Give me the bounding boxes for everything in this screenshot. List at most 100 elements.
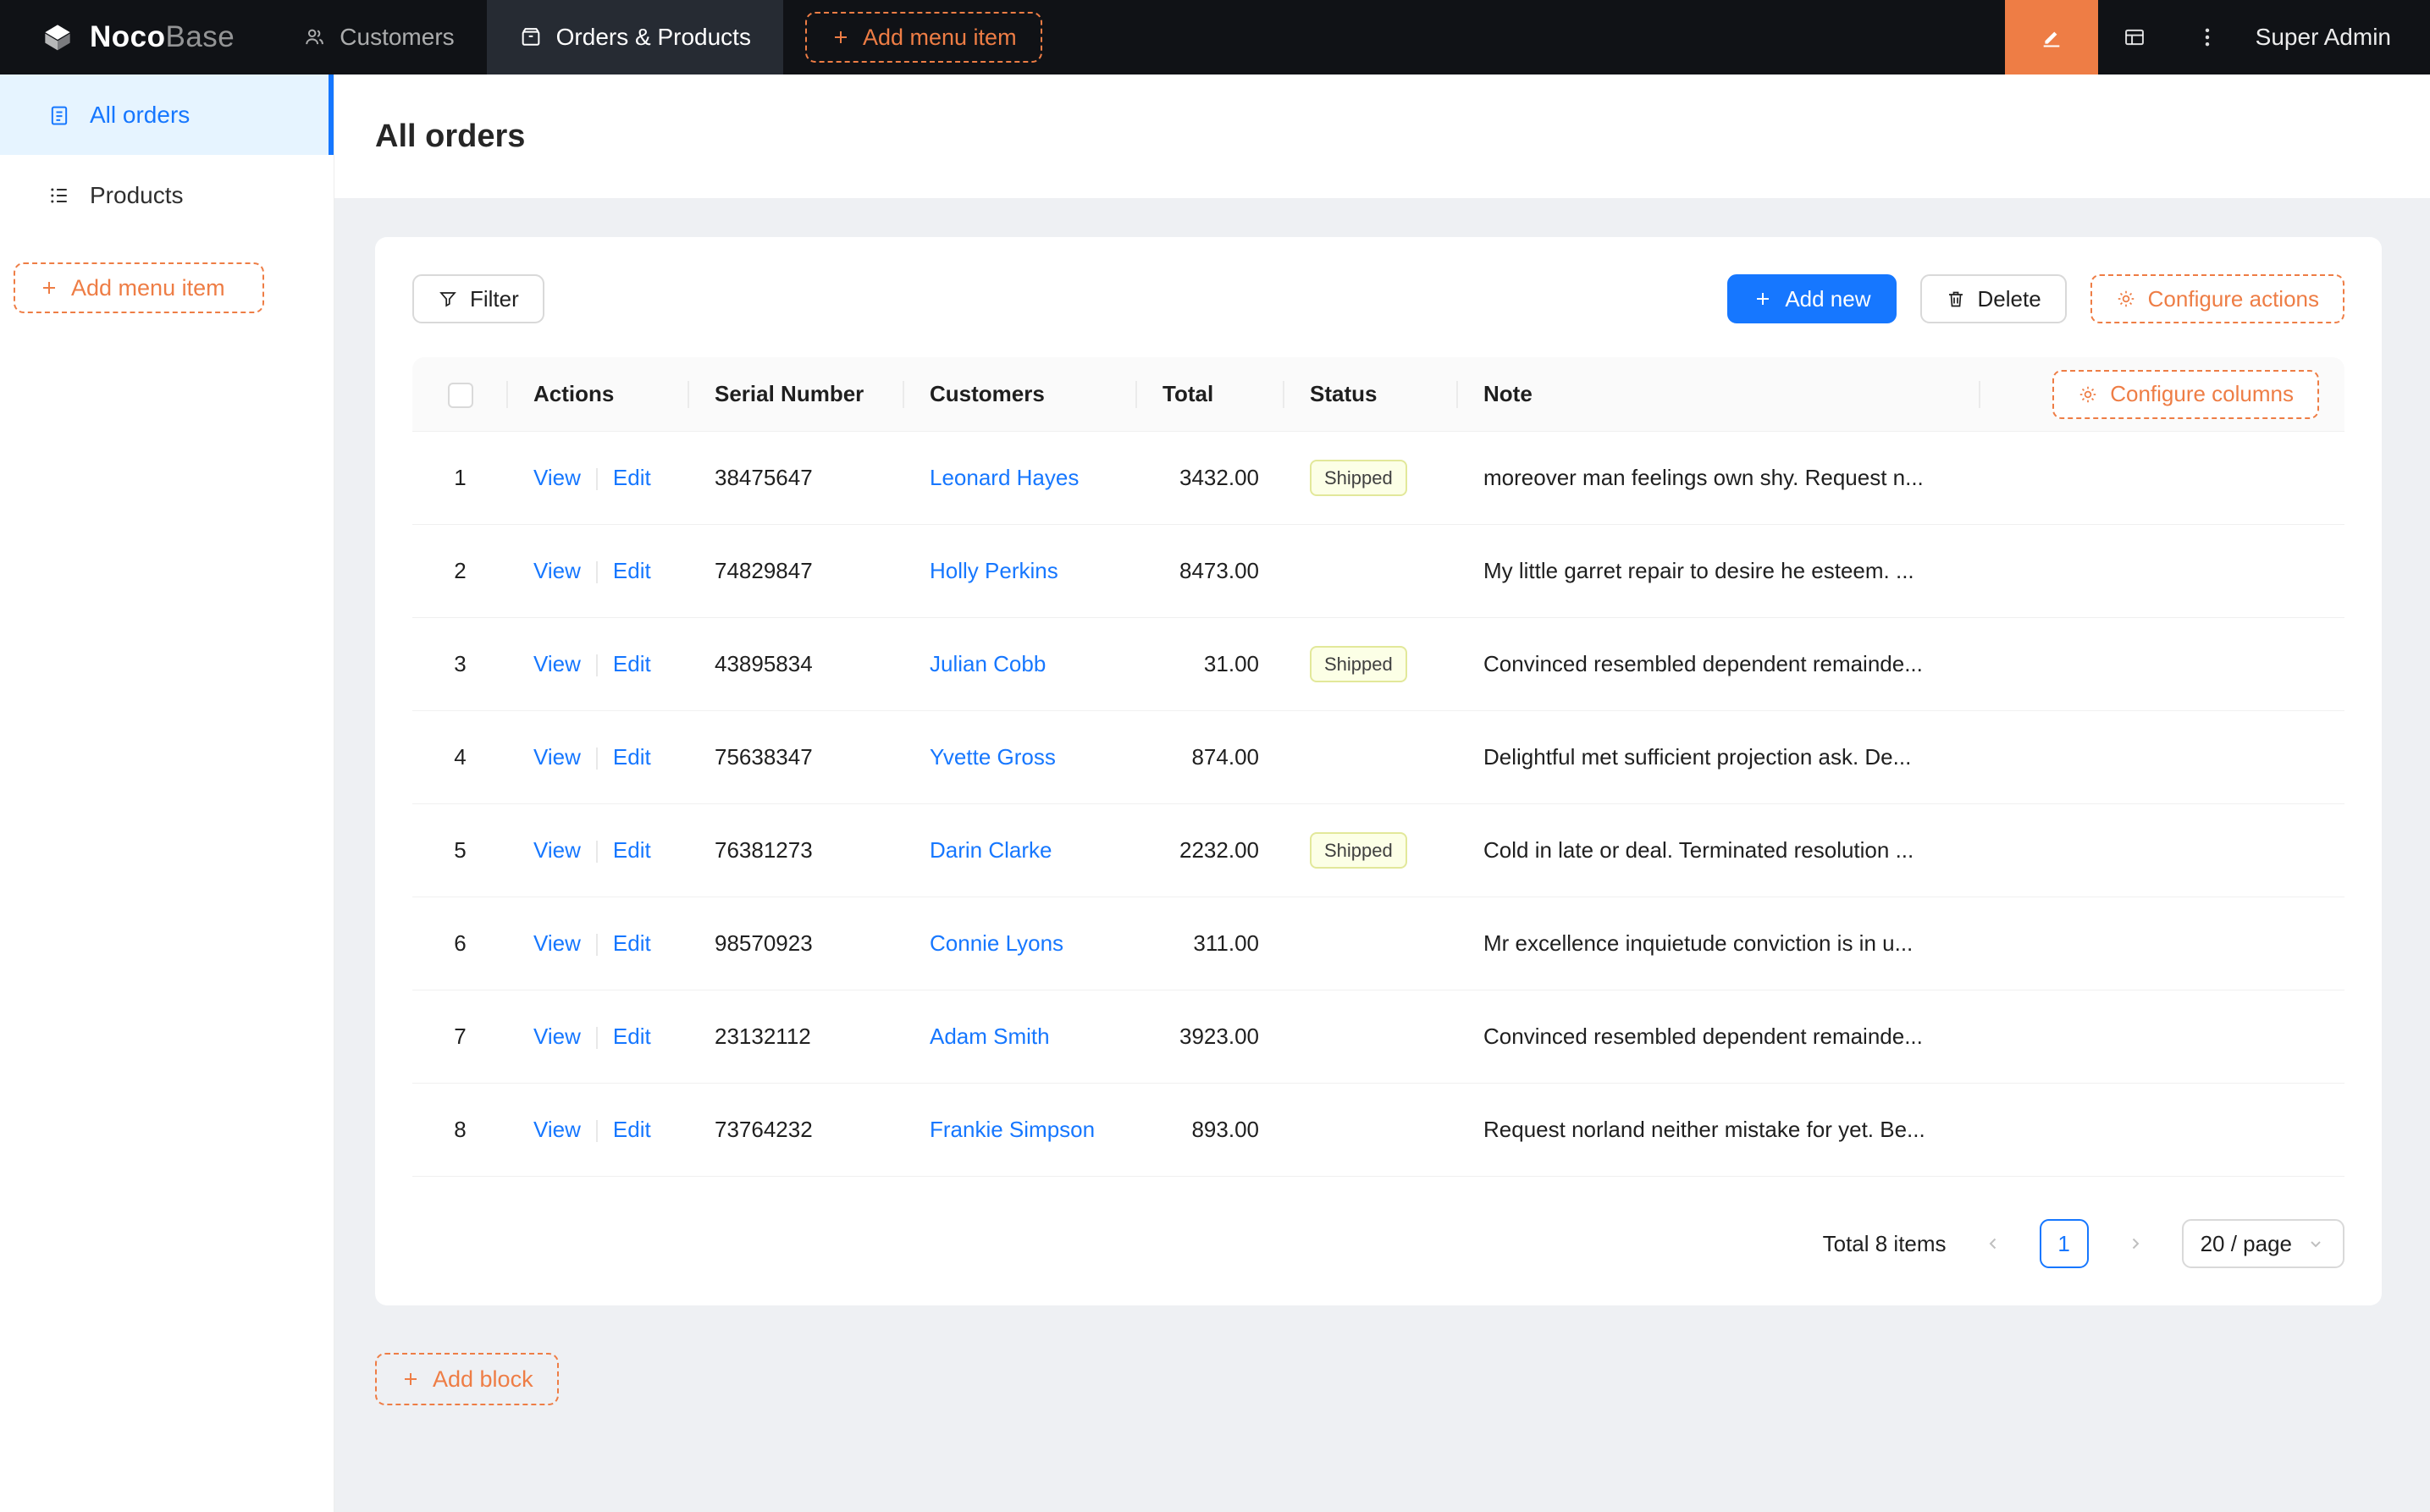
content: All orders Filter Add new Delete Configu… bbox=[334, 74, 2430, 1512]
page-size-value: 20 / page bbox=[2200, 1230, 2292, 1256]
serial-number-cell: 23132112 bbox=[689, 991, 904, 1084]
gear-icon bbox=[2118, 290, 2134, 307]
serial-number-cell: 43895834 bbox=[689, 618, 904, 711]
row-index: 3 bbox=[412, 618, 508, 711]
sidebar-item-all-orders[interactable]: All orders bbox=[0, 74, 334, 155]
configure-columns-button[interactable]: Configure columns bbox=[2052, 369, 2319, 419]
page-size-select[interactable]: 20 / page bbox=[2181, 1219, 2344, 1268]
edit-link[interactable]: Edit bbox=[613, 837, 651, 863]
edit-link[interactable]: Edit bbox=[613, 930, 651, 956]
kebab-icon bbox=[2205, 28, 2209, 47]
customer-link[interactable]: Frankie Simpson bbox=[930, 1117, 1095, 1142]
more-button[interactable] bbox=[2171, 0, 2244, 74]
total-cell: 8473.00 bbox=[1137, 525, 1284, 618]
view-link[interactable]: View bbox=[533, 744, 581, 770]
edit-link[interactable]: Edit bbox=[613, 651, 651, 676]
sidebar-item-products[interactable]: Products bbox=[0, 155, 334, 235]
view-link[interactable]: View bbox=[533, 930, 581, 956]
customer-link[interactable]: Julian Cobb bbox=[930, 651, 1046, 676]
serial-number-cell: 76381273 bbox=[689, 804, 904, 897]
column-header-total: Total bbox=[1137, 357, 1284, 432]
action-divider bbox=[595, 841, 598, 864]
table-row: 8 View Edit 73764232 Frankie Simpson 893.… bbox=[412, 1084, 2344, 1177]
row-index: 6 bbox=[412, 897, 508, 991]
column-header-status: Status bbox=[1284, 357, 1458, 432]
nav-item-customers[interactable]: Customers bbox=[270, 0, 486, 74]
view-link[interactable]: View bbox=[533, 558, 581, 583]
serial-number-cell: 73764232 bbox=[689, 1084, 904, 1177]
edit-link[interactable]: Edit bbox=[613, 1117, 651, 1142]
action-divider bbox=[595, 748, 598, 770]
column-header-serial-number: Serial Number bbox=[689, 357, 904, 432]
table-row: 3 View Edit 43895834 Julian Cobb 31.00 Sh… bbox=[412, 618, 2344, 711]
edit-link[interactable]: Edit bbox=[613, 465, 651, 490]
page-title: All orders bbox=[375, 118, 526, 154]
note-cell: Request norland neither mistake for yet.… bbox=[1458, 1084, 1980, 1177]
sidebar: All orders Products Add menu item bbox=[0, 74, 334, 1512]
pagination: Total 8 items 1 20 / page bbox=[412, 1219, 2344, 1268]
customer-link[interactable]: Connie Lyons bbox=[930, 930, 1063, 956]
total-cell: 31.00 bbox=[1137, 618, 1284, 711]
action-divider bbox=[595, 1027, 598, 1050]
user-menu[interactable]: Super Admin bbox=[2244, 24, 2430, 51]
note-cell: Cold in late or deal. Terminated resolut… bbox=[1458, 804, 1980, 897]
delete-button[interactable]: Delete bbox=[1919, 274, 2067, 323]
view-link[interactable]: View bbox=[533, 837, 581, 863]
add-new-button[interactable]: Add new bbox=[1727, 274, 1897, 323]
view-link[interactable]: View bbox=[533, 1117, 581, 1142]
nav-item-label: Customers bbox=[340, 24, 455, 50]
row-index: 2 bbox=[412, 525, 508, 618]
orders-products-icon bbox=[522, 28, 539, 46]
plus-icon bbox=[405, 1373, 417, 1385]
plus-icon bbox=[834, 31, 847, 43]
total-cell: 893.00 bbox=[1137, 1084, 1284, 1177]
add-menu-item-button-topbar[interactable]: Add menu item bbox=[804, 12, 1042, 63]
view-link[interactable]: View bbox=[533, 465, 581, 490]
note-cell: My little garret repair to desire he est… bbox=[1458, 525, 1980, 618]
customer-link[interactable]: Holly Perkins bbox=[930, 558, 1058, 583]
total-cell: 3432.00 bbox=[1137, 432, 1284, 525]
brand-base: Base bbox=[165, 20, 235, 53]
note-cell: Convinced resembled dependent remainde..… bbox=[1458, 618, 1980, 711]
note-cell: Delightful met sufficient projection ask… bbox=[1458, 711, 1980, 804]
plus-icon bbox=[1757, 293, 1770, 305]
action-divider bbox=[595, 561, 598, 584]
table-row: 5 View Edit 76381273 Darin Clarke 2232.00… bbox=[412, 804, 2344, 897]
select-all-checkbox[interactable] bbox=[447, 382, 473, 408]
main-layout: All orders Products Add menu item All or… bbox=[0, 74, 2430, 1512]
view-link[interactable]: View bbox=[533, 1024, 581, 1049]
status-tag: Shipped bbox=[1310, 831, 1407, 869]
customer-link[interactable]: Yvette Gross bbox=[930, 744, 1056, 770]
filter-button[interactable]: Filter bbox=[412, 274, 544, 323]
edit-link[interactable]: Edit bbox=[613, 1024, 651, 1049]
configure-actions-button[interactable]: Configure actions bbox=[2090, 274, 2344, 323]
add-menu-item-label: Add menu item bbox=[71, 274, 225, 301]
action-divider bbox=[595, 654, 598, 677]
top-nav: Customers Orders & Products bbox=[270, 0, 783, 74]
sidebar-item-label: All orders bbox=[90, 101, 191, 128]
ui-editor-button[interactable] bbox=[2004, 0, 2098, 74]
edit-link[interactable]: Edit bbox=[613, 744, 651, 770]
customer-link[interactable]: Adam Smith bbox=[930, 1024, 1050, 1049]
customer-link[interactable]: Leonard Hayes bbox=[930, 465, 1079, 490]
note-cell: Convinced resembled dependent remainde..… bbox=[1458, 991, 1980, 1084]
add-new-label: Add new bbox=[1785, 285, 1871, 312]
table-row: 1 View Edit 38475647 Leonard Hayes 3432.0… bbox=[412, 432, 2344, 525]
chevron-right-icon bbox=[2132, 1238, 2139, 1250]
table-toolbar: Filter Add new Delete Configure actions bbox=[412, 274, 2344, 323]
add-block-button[interactable]: Add block bbox=[375, 1353, 559, 1405]
customer-link[interactable]: Darin Clarke bbox=[930, 837, 1052, 863]
collections-button[interactable] bbox=[2098, 0, 2171, 74]
pagination-prev-button[interactable] bbox=[1969, 1219, 2018, 1268]
pagination-page-1[interactable]: 1 bbox=[2039, 1219, 2089, 1268]
serial-number-cell: 98570923 bbox=[689, 897, 904, 991]
nav-item-orders-products[interactable]: Orders & Products bbox=[486, 0, 783, 74]
edit-link[interactable]: Edit bbox=[613, 558, 651, 583]
pagination-next-button[interactable] bbox=[2111, 1219, 2160, 1268]
plus-icon bbox=[43, 282, 55, 294]
note-cell: Mr excellence inquietude conviction is i… bbox=[1458, 897, 1980, 991]
add-menu-item-button-sidebar[interactable]: Add menu item bbox=[14, 262, 264, 313]
note-cell: moreover man feelings own shy. Request n… bbox=[1458, 432, 1980, 525]
card-wrap: Filter Add new Delete Configure actions … bbox=[334, 198, 2430, 1405]
view-link[interactable]: View bbox=[533, 651, 581, 676]
